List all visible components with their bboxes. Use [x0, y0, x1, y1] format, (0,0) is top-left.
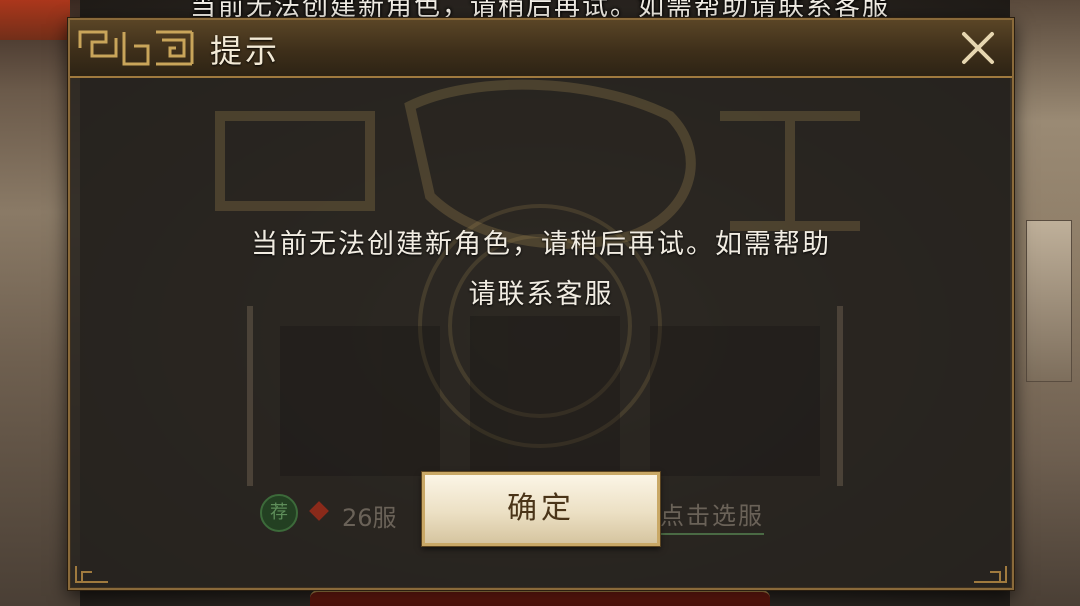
server-name: 26服 — [342, 504, 397, 532]
select-server-link[interactable]: 点击选服 — [660, 496, 764, 535]
corner-ornament-icon — [974, 566, 1007, 583]
dialog-title: 提示 — [210, 32, 281, 70]
background-bottom-banner — [310, 590, 770, 606]
dialog-message-line2: 请联系客服 — [468, 279, 614, 310]
background-tower — [1026, 220, 1072, 382]
close-icon[interactable] — [956, 26, 1000, 70]
recommended-badge: 荐 — [260, 494, 298, 532]
dialog-message-line1: 当前无法创建新角色，请稍后再试。如需帮助 — [251, 229, 831, 260]
title-ornament-icon — [78, 30, 194, 66]
game-screen: 当前无法创建新角色，请稍后再试。如需帮助请联系客服 提示 当前无法创建新角色，请… — [0, 0, 1080, 606]
notice-dialog: 提示 当前无法创建新角色，请稍后再试。如需帮助 请联系客服 荐 26服 点击选服… — [68, 18, 1014, 590]
server-status-icon — [309, 501, 329, 521]
corner-ornament-icon — [75, 566, 108, 583]
background-scenery-right — [1010, 0, 1080, 606]
confirm-button[interactable]: 确定 — [422, 472, 660, 546]
dialog-message: 当前无法创建新角色，请稍后再试。如需帮助 请联系客服 — [180, 220, 902, 320]
dialog-title-bar: 提示 — [70, 20, 1012, 78]
